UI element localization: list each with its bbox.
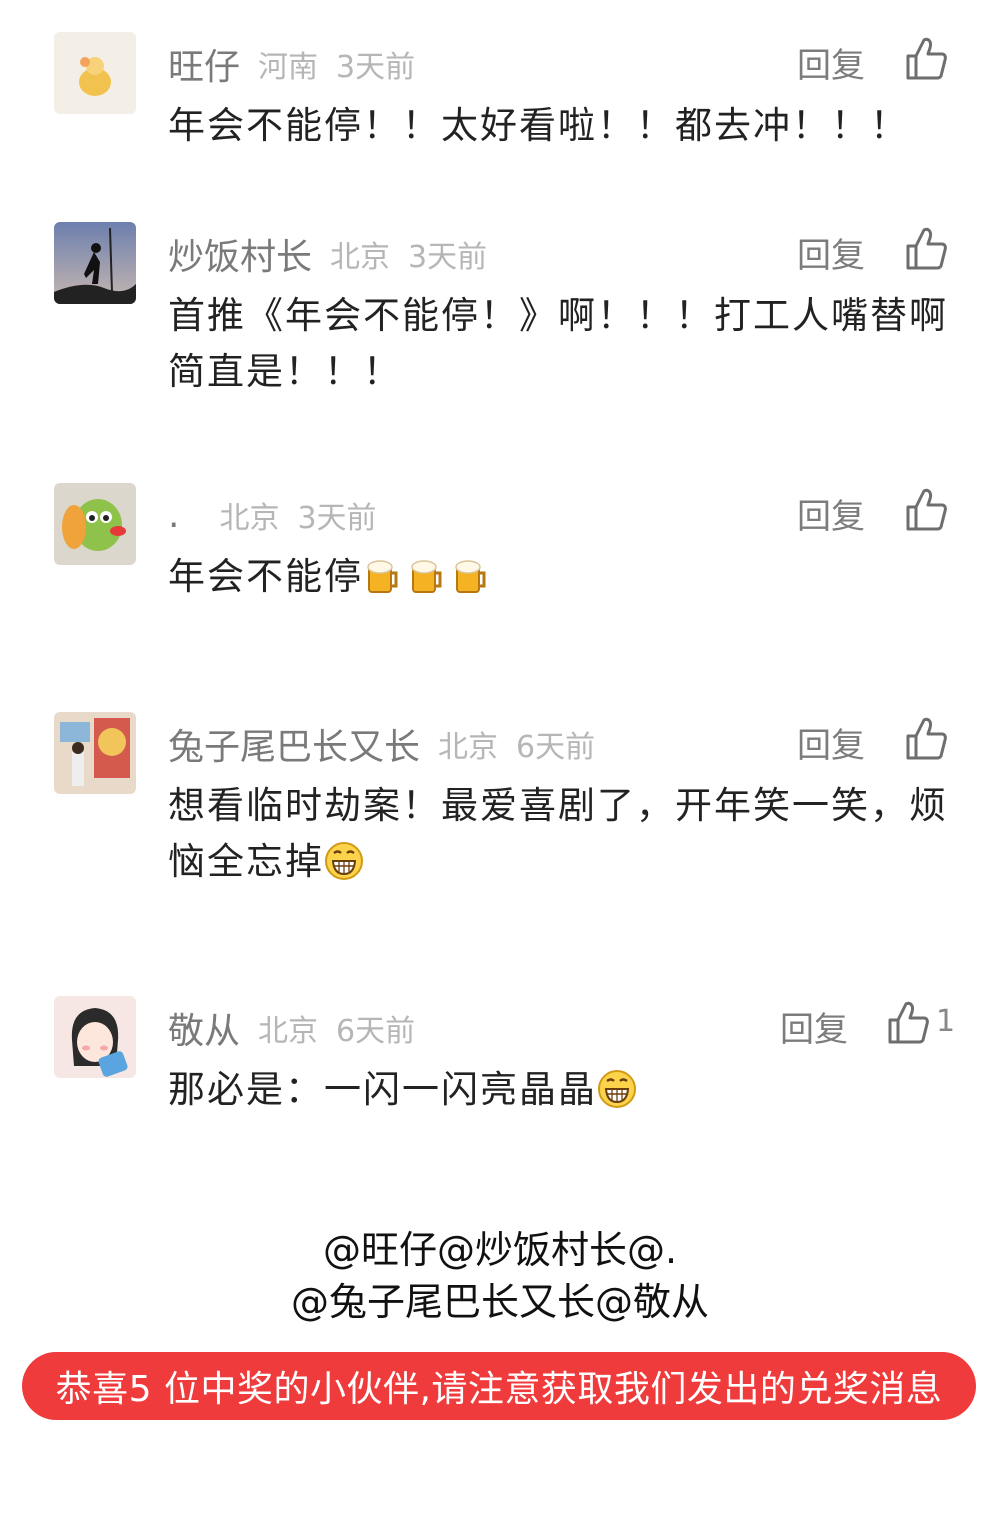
- comment-meta: . 北京 3天前: [168, 485, 395, 545]
- avatar[interactable]: [54, 712, 136, 794]
- username[interactable]: 炒饭村长: [168, 228, 312, 280]
- thumbs-up-icon[interactable]: [904, 226, 948, 272]
- comment-text: 首推《年会不能停！》啊！！！打工人嘴替啊简直是！！！: [168, 288, 950, 400]
- beer-icon: [455, 560, 486, 593]
- username[interactable]: 兔子尾巴长又长: [168, 718, 420, 770]
- avatar[interactable]: [54, 996, 136, 1078]
- timestamp: 3天前: [336, 50, 416, 85]
- beer-icon: [367, 560, 398, 593]
- avatar[interactable]: [54, 32, 136, 114]
- comment-body: 年会不能停！！太好看啦！！都去冲！！！: [168, 104, 909, 147]
- comment-body: 年会不能停: [168, 555, 363, 598]
- location: 北京: [219, 501, 280, 536]
- beer-icon: [411, 560, 442, 593]
- username[interactable]: 旺仔: [168, 38, 240, 90]
- like-count: 1: [936, 1004, 956, 1039]
- comment-text: 年会不能停: [168, 549, 950, 605]
- comment-body: 想看临时劫案！最爱喜剧了，开年笑一笑，烦恼全忘掉: [168, 784, 948, 883]
- reply-button[interactable]: 回复: [797, 38, 865, 87]
- thumbs-up-icon[interactable]: [886, 1000, 930, 1046]
- avatar[interactable]: [54, 222, 136, 304]
- location: 河南: [258, 50, 319, 85]
- comment-text: 想看临时劫案！最爱喜剧了，开年笑一笑，烦恼全忘掉: [168, 778, 950, 890]
- location: 北京: [438, 730, 499, 765]
- avatar[interactable]: [54, 483, 136, 565]
- comment-meta: 炒饭村长 北京 3天前: [168, 224, 505, 284]
- thumbs-up-icon[interactable]: [904, 716, 948, 762]
- location: 北京: [258, 1014, 319, 1049]
- comment-body: 那必是：一闪一闪亮晶晶: [168, 1068, 597, 1111]
- reply-button[interactable]: 回复: [797, 718, 865, 767]
- grin-icon: [598, 1070, 636, 1108]
- username[interactable]: .: [168, 495, 179, 536]
- thumbs-up-icon[interactable]: [904, 487, 948, 533]
- comment-text: 年会不能停！！太好看啦！！都去冲！！！: [168, 98, 950, 154]
- comment-text: 那必是：一闪一闪亮晶晶: [168, 1062, 950, 1118]
- location: 北京: [330, 240, 391, 275]
- comment-meta: 敬从 北京 6天前: [168, 998, 433, 1058]
- winners-line-1: @旺仔@炒饭村长@.: [322, 1228, 678, 1272]
- comment-body: 首推《年会不能停！》啊！！！打工人嘴替啊简直是！！！: [168, 294, 948, 393]
- winners-list: @旺仔@炒饭村长@. @兔子尾巴长又长@敬从: [0, 1224, 1000, 1328]
- grin-icon: [325, 842, 363, 880]
- timestamp: 6天前: [516, 730, 596, 765]
- timestamp: 6天前: [336, 1014, 416, 1049]
- prize-banner: 恭喜5 位中奖的小伙伴,请注意获取我们发出的兑奖消息: [22, 1352, 976, 1420]
- comment-meta: 旺仔 河南 3天前: [168, 34, 433, 94]
- winners-line-2: @兔子尾巴长又长@敬从: [290, 1280, 709, 1324]
- timestamp: 3天前: [408, 240, 488, 275]
- thumbs-up-icon[interactable]: [904, 36, 948, 82]
- reply-button[interactable]: 回复: [797, 228, 865, 277]
- reply-button[interactable]: 回复: [780, 1002, 848, 1051]
- comment-meta: 兔子尾巴长又长 北京 6天前: [168, 714, 613, 774]
- reply-button[interactable]: 回复: [797, 489, 865, 538]
- timestamp: 3天前: [297, 501, 377, 536]
- banner-text: 恭喜5 位中奖的小伙伴,请注意获取我们发出的兑奖消息: [55, 1369, 943, 1410]
- username[interactable]: 敬从: [168, 1002, 240, 1054]
